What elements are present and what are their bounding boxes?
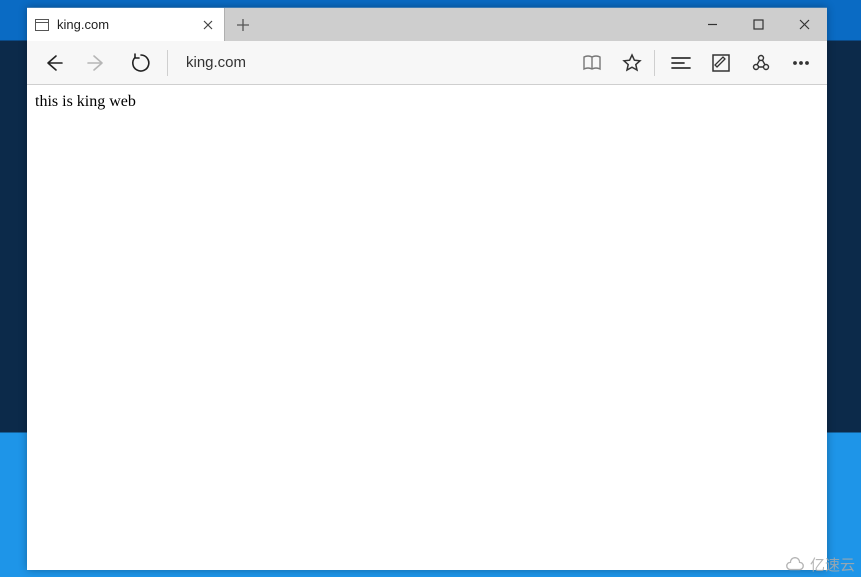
refresh-button[interactable] — [121, 43, 161, 83]
plus-icon — [236, 18, 250, 32]
more-button[interactable] — [781, 43, 821, 83]
favorites-button[interactable] — [612, 43, 652, 83]
maximize-button[interactable] — [735, 8, 781, 41]
maximize-icon — [753, 19, 764, 30]
titlebar: king.com — [27, 8, 827, 41]
page-icon — [35, 19, 49, 31]
forward-arrow-icon — [86, 52, 108, 74]
toolbar-separator — [167, 50, 168, 76]
window-controls — [689, 8, 827, 41]
share-button[interactable] — [741, 43, 781, 83]
lines-icon — [670, 53, 692, 73]
tab-title: king.com — [57, 17, 192, 32]
note-icon — [711, 53, 731, 73]
minimize-icon — [707, 19, 718, 30]
forward-button[interactable] — [77, 43, 117, 83]
refresh-icon — [131, 53, 151, 73]
web-note-button[interactable] — [701, 43, 741, 83]
back-arrow-icon — [42, 52, 64, 74]
minimize-button[interactable] — [689, 8, 735, 41]
new-tab-button[interactable] — [225, 8, 261, 41]
close-icon — [799, 19, 810, 30]
back-button[interactable] — [33, 43, 73, 83]
reading-view-button[interactable] — [572, 43, 612, 83]
page-body-text: this is king web — [35, 93, 136, 110]
toolbar-right — [572, 43, 821, 83]
window-close-button[interactable] — [781, 8, 827, 41]
tab-active[interactable]: king.com — [27, 8, 225, 41]
book-icon — [582, 53, 602, 73]
star-icon — [622, 53, 642, 73]
titlebar-drag-area[interactable] — [261, 8, 689, 41]
toolbar — [27, 41, 827, 85]
share-icon — [751, 53, 771, 73]
browser-window: king.com — [27, 7, 827, 570]
ellipsis-icon — [791, 53, 811, 73]
page-content: this is king web — [27, 85, 827, 570]
address-bar[interactable] — [178, 48, 568, 78]
toolbar-separator-2 — [654, 50, 655, 76]
close-icon — [203, 20, 213, 30]
tab-close-button[interactable] — [200, 17, 216, 33]
hub-button[interactable] — [661, 43, 701, 83]
